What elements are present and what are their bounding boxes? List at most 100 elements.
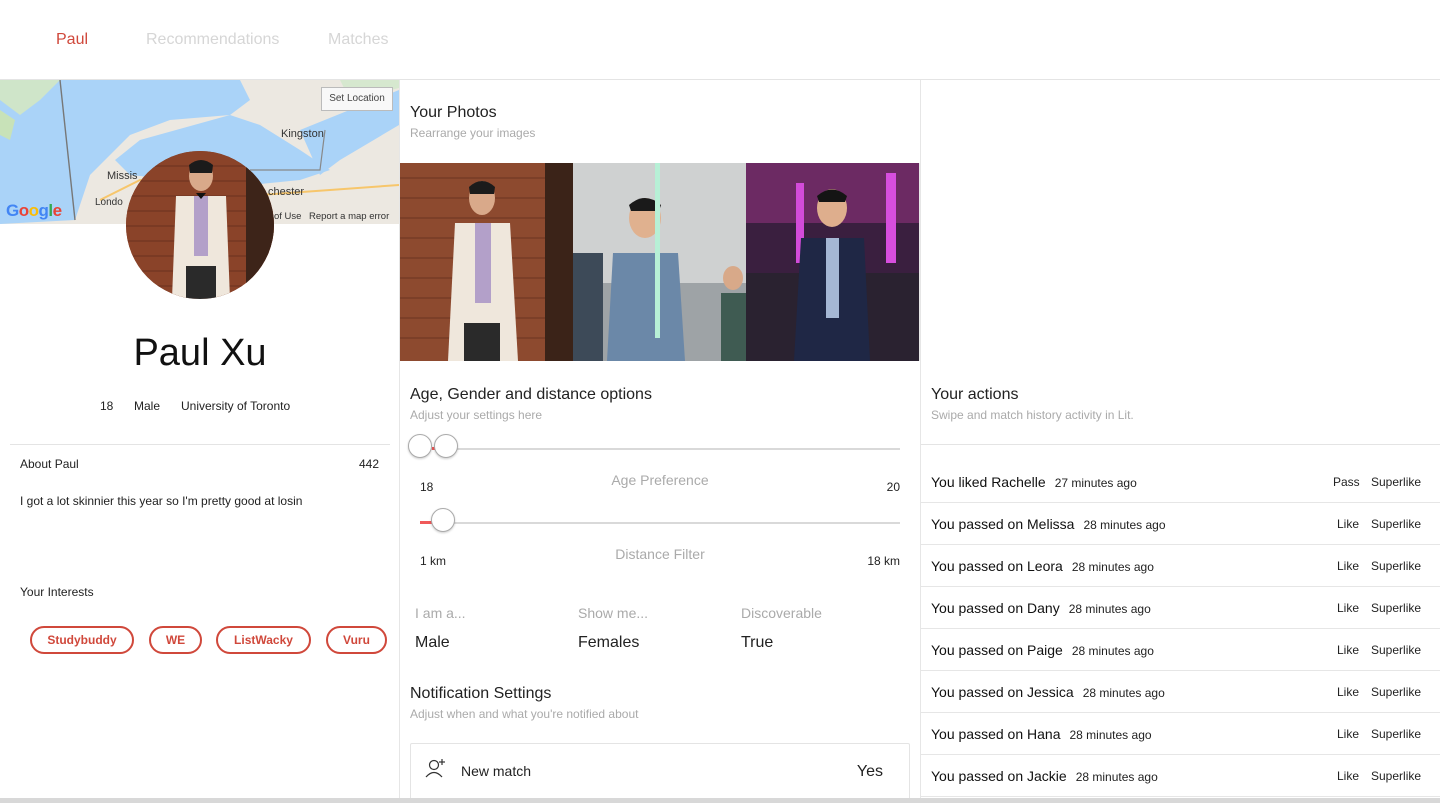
photo-image [746, 163, 919, 361]
like-button[interactable]: Like [1337, 769, 1359, 783]
action-text: You liked Rachelle 27 minutes ago [931, 474, 1137, 490]
avatar[interactable] [126, 151, 274, 299]
profile-age: 18 [100, 399, 114, 413]
notifications-title: Notification Settings [410, 685, 552, 702]
notifications-subtitle: Adjust when and what you're notified abo… [410, 707, 639, 721]
discoverable-label: Discoverable [741, 605, 822, 621]
list-item: You passed on Paige 28 minutes ago Like S… [921, 629, 1440, 671]
action-time: 28 minutes ago [1069, 728, 1152, 742]
about-title: About Paul [20, 457, 79, 471]
list-item: You liked Rachelle 27 minutes ago Pass Su… [921, 461, 1440, 503]
like-button[interactable]: Like [1337, 559, 1359, 573]
list-item: You passed on Jackie 28 minutes ago Like … [921, 755, 1440, 797]
tab-recommendations[interactable]: Recommendations [146, 31, 279, 49]
distance-slider-track[interactable] [420, 522, 900, 524]
add-user-icon [425, 759, 445, 778]
action-text: You passed on Melissa 28 minutes ago [931, 516, 1166, 532]
show-me-label: Show me... [578, 605, 649, 621]
superlike-button[interactable]: Superlike [1371, 559, 1421, 573]
superlike-button[interactable]: Superlike [1371, 601, 1421, 615]
list-item: You passed on Hana 28 minutes ago Like Su… [921, 713, 1440, 755]
age-slider-track[interactable] [420, 448, 900, 450]
notification-label: New match [461, 763, 532, 779]
age-max-value: 20 [886, 480, 900, 494]
interest-chip[interactable]: WE [149, 626, 202, 654]
list-item: You passed on Dany 28 minutes ago Like Su… [921, 587, 1440, 629]
google-logo: Google [6, 201, 62, 220]
like-button[interactable]: Like [1337, 727, 1359, 741]
like-button[interactable]: Like [1337, 643, 1359, 657]
distance-max-value: 18 km [867, 554, 900, 568]
divider [10, 444, 390, 445]
superlike-button[interactable]: Superlike [1371, 769, 1421, 783]
settings-column: Your Photos Rearrange your images Age, G… [400, 80, 1440, 803]
map-terms-link[interactable]: of Use [274, 211, 301, 222]
list-item: You passed on Leora 28 minutes ago Like S… [921, 545, 1440, 587]
page-background [0, 798, 1440, 803]
action-time: 28 minutes ago [1071, 644, 1154, 658]
distance-filter-label: Distance Filter [615, 546, 705, 562]
photo-slot[interactable] [746, 163, 919, 361]
action-time: 27 minutes ago [1054, 476, 1137, 490]
list-item: You passed on Melissa 28 minutes ago Like… [921, 503, 1440, 545]
profile-name: Paul Xu [133, 332, 267, 374]
gender-select[interactable]: Male [415, 634, 450, 652]
profile-column: Set Location Kingston Missis chester Lon… [0, 80, 400, 800]
like-button[interactable]: Like [1337, 517, 1359, 531]
age-min-thumb[interactable] [408, 434, 432, 458]
list-item: You passed on Jessica 28 minutes ago Like… [921, 671, 1440, 713]
action-text: You passed on Dany 28 minutes ago [931, 600, 1151, 616]
tab-profile[interactable]: Paul [56, 31, 88, 49]
photos-title: Your Photos [410, 104, 497, 121]
actions-column: Your actions Swipe and match history act… [920, 80, 1440, 800]
action-text: You passed on Jessica 28 minutes ago [931, 684, 1165, 700]
distance-thumb[interactable] [431, 508, 455, 532]
map-label-london: Londo [95, 197, 123, 208]
interest-chip[interactable]: Vuru [326, 626, 387, 654]
map-report-link[interactable]: Report a map error [309, 211, 389, 222]
photo-slot[interactable] [573, 163, 746, 361]
discoverable-toggle[interactable]: True [741, 634, 773, 652]
interests-title: Your Interests [20, 585, 94, 599]
notification-row[interactable]: New match Yes [410, 743, 910, 803]
set-location-button[interactable]: Set Location [321, 87, 393, 111]
show-me-select[interactable]: Females [578, 634, 639, 652]
settings-title: Age, Gender and distance options [410, 386, 652, 403]
interest-chip[interactable]: Studybuddy [30, 626, 134, 654]
map-label-kingston: Kingston [281, 128, 324, 140]
action-text: You passed on Leora 28 minutes ago [931, 558, 1154, 574]
superlike-button[interactable]: Superlike [1371, 517, 1421, 531]
like-button[interactable]: Like [1337, 601, 1359, 615]
avatar-photo [126, 151, 274, 299]
notification-value[interactable]: Yes [857, 763, 883, 781]
map-label-rochester: chester [268, 186, 305, 198]
tab-matches[interactable]: Matches [328, 31, 388, 49]
age-max-thumb[interactable] [434, 434, 458, 458]
photo-image [400, 163, 573, 361]
map-label-mississauga: Missis [107, 170, 138, 182]
gender-label: I am a... [415, 605, 466, 621]
superlike-button[interactable]: Superlike [1371, 727, 1421, 741]
top-nav: Paul Recommendations Matches [0, 0, 1440, 80]
action-text: You passed on Paige 28 minutes ago [931, 642, 1154, 658]
like-button[interactable]: Like [1337, 685, 1359, 699]
divider [921, 444, 1440, 445]
interest-chip[interactable]: ListWacky [216, 626, 311, 654]
profile-school: University of Toronto [181, 399, 291, 413]
age-min-value: 18 [420, 480, 434, 494]
superlike-button[interactable]: Superlike [1371, 475, 1421, 489]
action-text: You passed on Jackie 28 minutes ago [931, 768, 1158, 784]
photo-slot[interactable] [400, 163, 573, 361]
action-time: 28 minutes ago [1075, 770, 1158, 784]
action-time: 28 minutes ago [1083, 518, 1166, 532]
about-textarea[interactable]: I got a lot skinnier this year so I'm pr… [20, 494, 302, 508]
superlike-button[interactable]: Superlike [1371, 643, 1421, 657]
settings-subtitle: Adjust your settings here [410, 408, 543, 422]
photos-subtitle: Rearrange your images [410, 126, 536, 140]
actions-subtitle: Swipe and match history activity in Lit. [931, 408, 1134, 422]
profile-gender: Male [134, 399, 161, 413]
photo-image [573, 163, 746, 361]
distance-min-value: 1 km [420, 554, 447, 568]
pass-button[interactable]: Pass [1333, 475, 1360, 489]
superlike-button[interactable]: Superlike [1371, 685, 1421, 699]
